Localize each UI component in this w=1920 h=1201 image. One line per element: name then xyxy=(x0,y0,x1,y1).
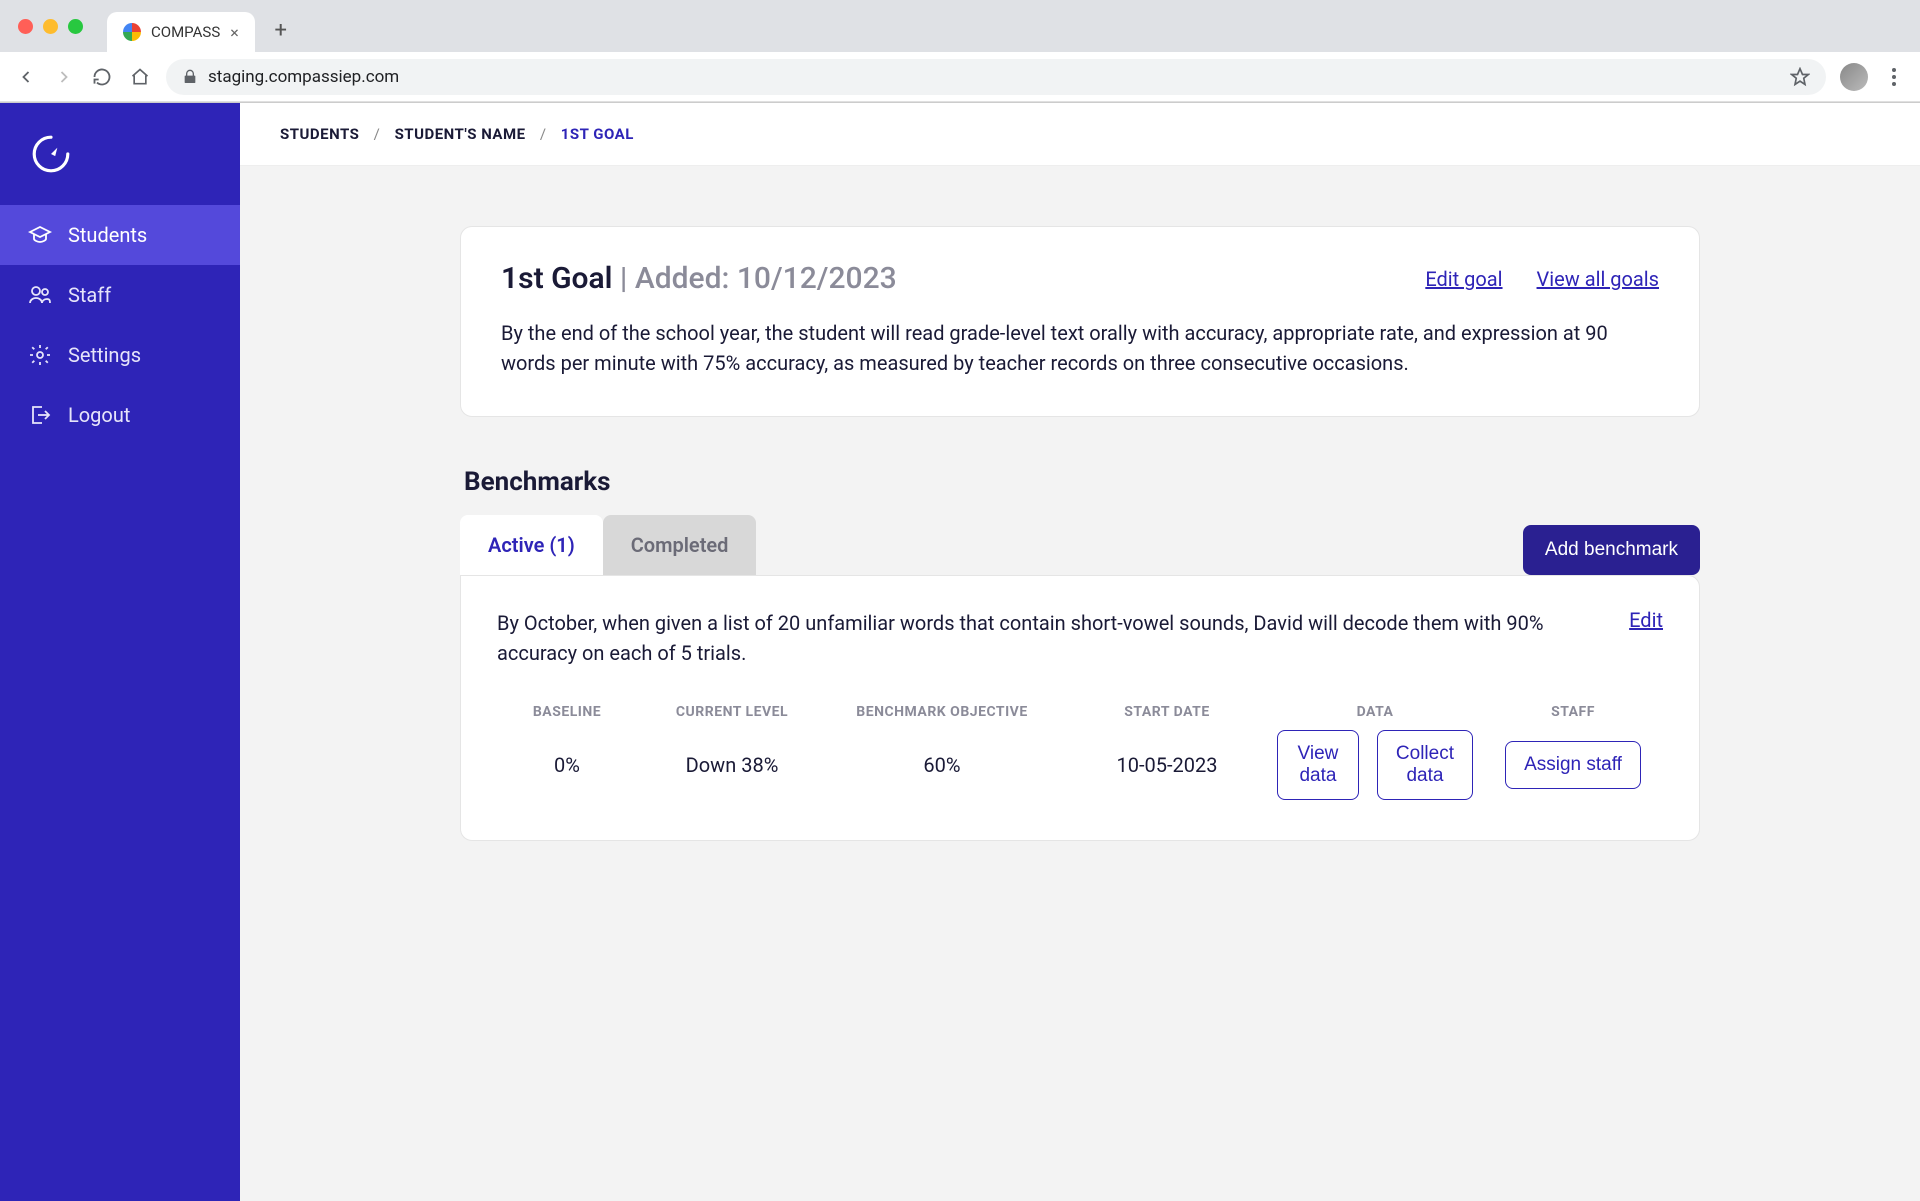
users-icon xyxy=(28,283,52,307)
col-head-current: CURRENT LEVEL xyxy=(647,704,817,720)
tab-title: COMPASS xyxy=(151,23,220,41)
window-controls xyxy=(18,19,83,34)
goal-header: 1st Goal | Added: 10/12/2023 Edit goal V… xyxy=(501,261,1659,296)
content-wrapper: 1st Goal | Added: 10/12/2023 Edit goal V… xyxy=(440,226,1720,841)
breadcrumb-item[interactable]: STUDENT'S NAME xyxy=(395,125,526,143)
minimize-window-icon[interactable] xyxy=(43,19,58,34)
graduation-cap-icon xyxy=(28,223,52,247)
view-all-goals-link[interactable]: View all goals xyxy=(1537,267,1659,291)
app-container: Students Staff Settings Logout STUDENTS … xyxy=(0,103,1920,1201)
breadcrumb-item-current: 1ST GOAL xyxy=(561,125,634,143)
home-button[interactable] xyxy=(128,65,152,89)
baseline-value: 0% xyxy=(497,753,637,777)
collect-data-button[interactable]: Collect data xyxy=(1377,730,1473,800)
maximize-window-icon[interactable] xyxy=(68,19,83,34)
reload-button[interactable] xyxy=(90,65,114,89)
goal-actions: Edit goal View all goals xyxy=(1425,267,1659,291)
goal-added-date: Added: 10/12/2023 xyxy=(635,261,897,296)
assign-staff-button[interactable]: Assign staff xyxy=(1505,741,1641,789)
browser-menu-button[interactable] xyxy=(1882,68,1906,86)
data-buttons: View data Collect data xyxy=(1277,730,1473,800)
browser-chrome: COMPASS × + staging.compassiep.com xyxy=(0,0,1920,103)
staff-cell: Assign staff xyxy=(1483,741,1663,789)
app-logo xyxy=(30,133,240,175)
tab-active[interactable]: Active (1) xyxy=(460,515,603,575)
col-head-start: START DATE xyxy=(1067,704,1267,720)
col-head-objective: BENCHMARK OBJECTIVE xyxy=(827,704,1057,720)
col-head-staff: STAFF xyxy=(1483,704,1663,720)
url-text: staging.compassiep.com xyxy=(208,67,399,87)
new-tab-button[interactable]: + xyxy=(263,12,299,48)
goal-title: 1st Goal | Added: 10/12/2023 xyxy=(501,261,897,296)
lock-icon xyxy=(182,69,198,85)
sidebar: Students Staff Settings Logout xyxy=(0,103,240,1201)
sidebar-item-label: Staff xyxy=(68,283,111,307)
sidebar-item-staff[interactable]: Staff xyxy=(0,265,240,325)
sidebar-item-settings[interactable]: Settings xyxy=(0,325,240,385)
benchmarks-title: Benchmarks xyxy=(460,467,1700,497)
edit-goal-link[interactable]: Edit goal xyxy=(1425,267,1502,291)
benchmarks-section: Benchmarks Active (1) Completed Add benc… xyxy=(460,467,1700,841)
sidebar-item-label: Logout xyxy=(68,403,130,427)
sidebar-item-label: Settings xyxy=(68,343,141,367)
browser-tab[interactable]: COMPASS × xyxy=(107,12,255,52)
benchmark-data-grid: BASELINE CURRENT LEVEL BENCHMARK OBJECTI… xyxy=(497,704,1663,800)
forward-button[interactable] xyxy=(52,65,76,89)
sidebar-item-label: Students xyxy=(68,223,147,247)
sidebar-item-students[interactable]: Students xyxy=(0,205,240,265)
url-input[interactable]: staging.compassiep.com xyxy=(166,59,1826,95)
goal-title-text: 1st Goal xyxy=(501,261,612,296)
start-date-value: 10-05-2023 xyxy=(1067,753,1267,777)
compass-logo-icon xyxy=(30,133,72,175)
benchmarks-tabs-row: Active (1) Completed Add benchmark xyxy=(460,515,1700,575)
logout-icon xyxy=(28,403,52,427)
address-bar: staging.compassiep.com xyxy=(0,52,1920,102)
breadcrumb-separator: / xyxy=(374,125,381,143)
back-button[interactable] xyxy=(14,65,38,89)
benchmark-top-row: By October, when given a list of 20 unfa… xyxy=(497,608,1663,668)
bookmark-star-icon[interactable] xyxy=(1790,67,1810,87)
col-head-baseline: BASELINE xyxy=(497,704,637,720)
browser-tab-bar: COMPASS × + xyxy=(0,0,1920,52)
current-level-value: Down 38% xyxy=(647,753,817,777)
gear-icon xyxy=(28,343,52,367)
goal-description: By the end of the school year, the stude… xyxy=(501,318,1659,378)
benchmarks-tabs: Active (1) Completed xyxy=(460,515,756,575)
objective-value: 60% xyxy=(827,753,1057,777)
breadcrumb-item[interactable]: STUDENTS xyxy=(280,125,359,143)
view-data-button[interactable]: View data xyxy=(1277,730,1359,800)
goal-card: 1st Goal | Added: 10/12/2023 Edit goal V… xyxy=(460,226,1700,417)
profile-avatar[interactable] xyxy=(1840,63,1868,91)
main-content: STUDENTS / STUDENT'S NAME / 1ST GOAL 1st… xyxy=(240,103,1920,1201)
favicon-icon xyxy=(123,23,141,41)
breadcrumb: STUDENTS / STUDENT'S NAME / 1ST GOAL xyxy=(240,103,1920,166)
close-tab-icon[interactable]: × xyxy=(230,23,239,42)
add-benchmark-button[interactable]: Add benchmark xyxy=(1523,525,1700,575)
sidebar-item-logout[interactable]: Logout xyxy=(0,385,240,445)
benchmark-description: By October, when given a list of 20 unfa… xyxy=(497,608,1599,668)
col-head-data: DATA xyxy=(1277,704,1473,720)
tab-completed[interactable]: Completed xyxy=(603,515,757,575)
benchmark-card: By October, when given a list of 20 unfa… xyxy=(460,575,1700,841)
close-window-icon[interactable] xyxy=(18,19,33,34)
breadcrumb-separator: / xyxy=(540,125,547,143)
edit-benchmark-link[interactable]: Edit xyxy=(1629,608,1663,668)
